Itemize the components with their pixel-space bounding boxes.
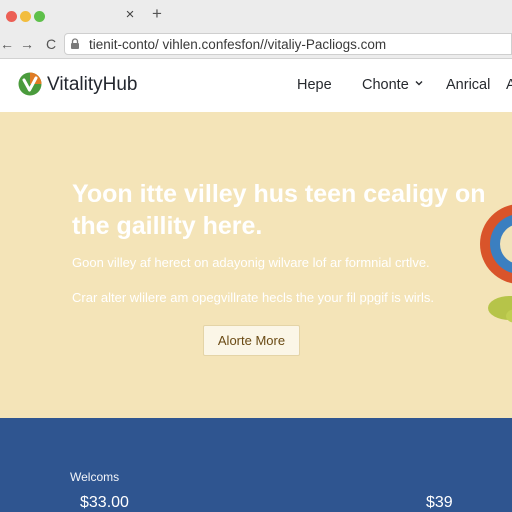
nav-link-truncated[interactable]: A bbox=[506, 76, 512, 94]
reload-button[interactable]: C bbox=[44, 36, 58, 52]
maximize-window-button[interactable] bbox=[34, 11, 45, 22]
nav-link-chonte[interactable]: Chonte bbox=[362, 76, 409, 94]
brand-name[interactable]: VitalityHub bbox=[47, 74, 137, 96]
learn-more-button[interactable]: Alorte More bbox=[203, 325, 300, 356]
hero-paragraph-2: Crar alter wlilere am opegvillrate hecls… bbox=[72, 290, 434, 305]
price-right: $39 bbox=[426, 494, 453, 511]
hero-title: Yoon itte villey hus teen cealigy on the… bbox=[72, 180, 486, 240]
url-text: tienit-conto/ vihlen.confesfon//vitaliy-… bbox=[89, 37, 387, 52]
tab-close-button[interactable]: × bbox=[122, 5, 138, 25]
price-left: $33.00 bbox=[80, 494, 129, 511]
chevron-down-icon[interactable] bbox=[414, 78, 424, 88]
browser-chrome: × + ← → C tienit-conto/ vihlen.confesfon… bbox=[0, 0, 512, 59]
hero-paragraph-1: Goon villey af herect on adayonig wilvar… bbox=[72, 255, 430, 270]
new-tab-button[interactable]: + bbox=[148, 4, 166, 24]
address-bar[interactable]: tienit-conto/ vihlen.confesfon//vitaliy-… bbox=[64, 33, 512, 55]
vitality-logo-icon[interactable] bbox=[18, 72, 42, 96]
nav-link-anrical[interactable]: Anrical bbox=[446, 76, 490, 94]
back-button[interactable]: ← bbox=[0, 36, 14, 52]
nav-link-hepe[interactable]: Hepe bbox=[297, 76, 332, 94]
welcome-label: Welcoms bbox=[70, 470, 120, 484]
minimize-window-button[interactable] bbox=[20, 11, 31, 22]
close-window-button[interactable] bbox=[6, 11, 17, 22]
hero-illustration bbox=[480, 204, 512, 323]
lock-icon bbox=[71, 38, 79, 49]
forward-button[interactable]: → bbox=[20, 36, 34, 52]
